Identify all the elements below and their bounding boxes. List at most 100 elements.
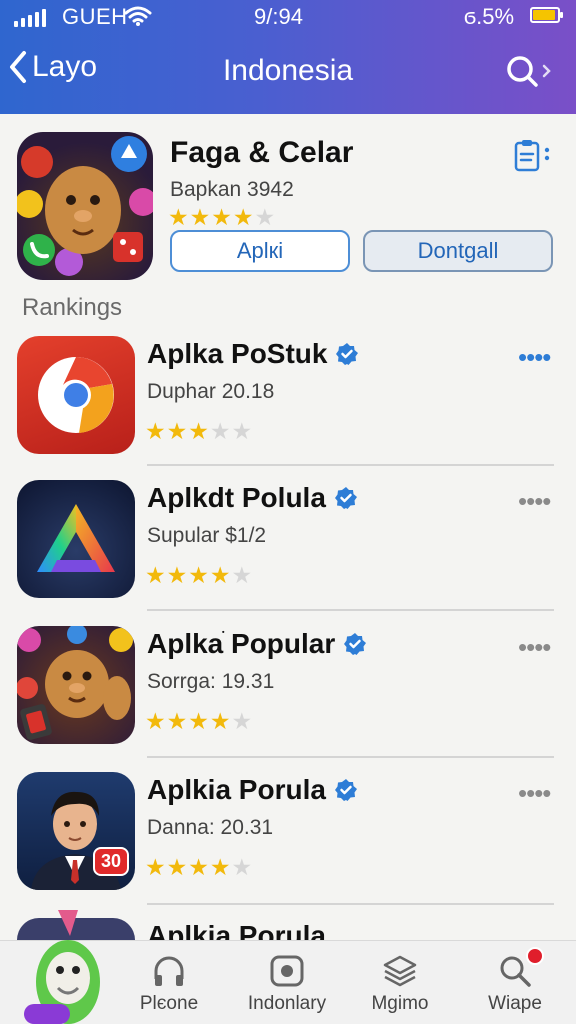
verified-badge-icon <box>334 487 357 509</box>
star-empty-icon: ★ <box>231 418 253 444</box>
portrait-app-icon[interactable]: 30 <box>17 772 135 890</box>
divider <box>147 609 554 611</box>
star-filled-icon: ★ <box>211 204 232 230</box>
rating-stars: ★ ★ ★ ★ ★ <box>145 564 252 587</box>
app-title[interactable]: Aplkaׂ Popular <box>147 628 367 660</box>
dontgall-button[interactable]: Dontgall <box>363 230 553 272</box>
star-filled-icon: ★ <box>209 562 231 588</box>
rank-badge: 30 <box>92 847 129 876</box>
star-filled-icon: ★ <box>145 562 166 588</box>
star-empty-icon: ★ <box>231 562 253 588</box>
more-options-button[interactable]: •••• <box>518 634 551 660</box>
browser-app-icon[interactable] <box>17 336 135 454</box>
clipboard-icon[interactable] <box>512 138 556 172</box>
tab-pleone[interactable]: Plєone <box>128 941 210 1024</box>
tab-label: Indonlary <box>247 993 327 1014</box>
star-filled-icon: ★ <box>168 204 189 230</box>
gingerbread-game-icon[interactable] <box>17 132 153 280</box>
rating-stars: ★ ★ ★ ★ ★ <box>145 420 252 443</box>
star-filled-icon: ★ <box>209 854 231 880</box>
star-filled-icon: ★ <box>188 854 209 880</box>
app-title-text: Aplkia Porula <box>147 774 326 805</box>
carrier-name: GUEH <box>62 4 128 29</box>
status-bar: GUEH 9/:94 ϭ.5% <box>0 0 576 32</box>
app-title[interactable]: Aplkia Porula <box>147 920 326 940</box>
list-item[interactable]: Aplka PoStuk Duphar 20.18 ★ ★ ★ ★ ★ •••• <box>0 336 576 481</box>
mascot-icon <box>24 910 100 1024</box>
app-title-text: Aplka PoStuk <box>147 338 328 369</box>
star-empty-icon: ★ <box>254 204 276 230</box>
rating-stars: ★ ★ ★ ★ ★ <box>145 856 252 879</box>
star-filled-icon: ★ <box>145 418 166 444</box>
tab-label: Mgimo <box>371 993 429 1014</box>
tab-indonlary[interactable]: Indonlary <box>238 941 336 1024</box>
featured-app-card: Faga & Celar Bapkan 3942 ★ ★ ★ ★ ★ Aplкi Don… <box>0 114 576 284</box>
notification-badge <box>526 947 544 965</box>
star-filled-icon: ★ <box>188 708 209 734</box>
header: GUEH 9/:94 ϭ.5% Layo Indonesia <box>0 0 576 114</box>
app-subtitle: Supular $1/2 <box>147 524 267 547</box>
tab-label: Plєone <box>139 993 199 1014</box>
search-icon <box>507 56 551 87</box>
layers-icon <box>383 955 417 987</box>
star-filled-icon: ★ <box>189 204 211 230</box>
signal-icon <box>14 9 46 27</box>
list-item[interactable]: 30 Aplkia Porula Danna: 20.31 ★ ★ ★ ★ ★ •••• <box>0 772 576 917</box>
star-filled-icon: ★ <box>145 708 166 734</box>
star-filled-icon: ★ <box>188 418 209 444</box>
app-subtitle: Sorrga: 19.31 <box>147 670 275 693</box>
divider <box>147 464 554 466</box>
featured-app-subtitle: Bapkan 3942 <box>170 178 294 201</box>
app-title[interactable]: Aplkdt Polula <box>147 482 358 514</box>
list-item[interactable]: Aplkdt Polula Supular $1/2 ★ ★ ★ ★ ★ •••• <box>0 480 576 625</box>
app-title-text: Aplkaׂ Popular <box>147 628 336 659</box>
star-filled-icon: ★ <box>166 418 188 444</box>
app-title[interactable]: Aplkia Porula <box>147 774 358 806</box>
tab-wiape[interactable]: Wiape <box>480 941 550 1024</box>
aplki-button[interactable]: Aplкi <box>170 230 350 272</box>
wifi-icon <box>124 6 152 26</box>
section-title-rankings: Rankings <box>22 294 123 321</box>
tab-label: Wiape <box>488 993 542 1014</box>
app-title-text: Aplkia Porula <box>147 920 326 940</box>
battery-percent: ϭ.5% <box>464 4 515 29</box>
star-filled-icon: ★ <box>166 854 188 880</box>
star-filled-icon: ★ <box>166 708 188 734</box>
app-subtitle: Danna: 20.31 <box>147 816 274 839</box>
verified-badge-icon <box>336 343 359 365</box>
app-subtitle: Duphar 20.18 <box>147 380 275 403</box>
triangle-app-icon[interactable] <box>17 480 135 598</box>
more-options-button[interactable]: •••• <box>518 488 551 514</box>
chevron-left-icon <box>10 51 26 83</box>
star-filled-icon: ★ <box>145 854 166 880</box>
status-time: 9/:94 <box>254 4 303 29</box>
star-filled-icon: ★ <box>166 562 188 588</box>
verified-badge-icon <box>344 633 367 655</box>
back-label: Layo <box>32 50 98 83</box>
battery-icon <box>530 7 563 23</box>
more-options-button[interactable]: •••• <box>518 344 551 370</box>
headphones-icon <box>154 956 184 986</box>
more-options-button[interactable]: •••• <box>518 780 551 806</box>
camera-icon <box>270 955 304 987</box>
star-empty-icon: ★ <box>231 708 253 734</box>
rank-badge-label: 30 <box>100 851 121 871</box>
verified-badge-icon <box>334 779 357 801</box>
back-button[interactable]: Layo <box>8 50 97 84</box>
tab-mgimo[interactable]: Mgimo <box>364 941 436 1024</box>
divider <box>147 756 554 758</box>
star-filled-icon: ★ <box>188 562 209 588</box>
star-filled-icon: ★ <box>232 204 254 230</box>
star-empty-icon: ★ <box>209 418 231 444</box>
header-search-button[interactable] <box>504 54 556 95</box>
rating-stars: ★ ★ ★ ★ ★ <box>145 710 252 733</box>
divider <box>147 903 554 905</box>
star-empty-icon: ★ <box>231 854 253 880</box>
app-title[interactable]: Aplka PoStuk <box>147 338 359 370</box>
rating-stars: ★ ★ ★ ★ ★ <box>168 206 275 229</box>
app-title-text: Aplkdt Polula <box>147 482 326 513</box>
star-filled-icon: ★ <box>209 708 231 734</box>
gingerbread-game-icon[interactable] <box>17 626 135 744</box>
featured-app-title[interactable]: Faga & Celar <box>170 136 353 170</box>
list-item[interactable]: Aplkaׂ Popular Sorrga: 19.31 ★ ★ ★ ★ ★ •••• <box>0 626 576 771</box>
